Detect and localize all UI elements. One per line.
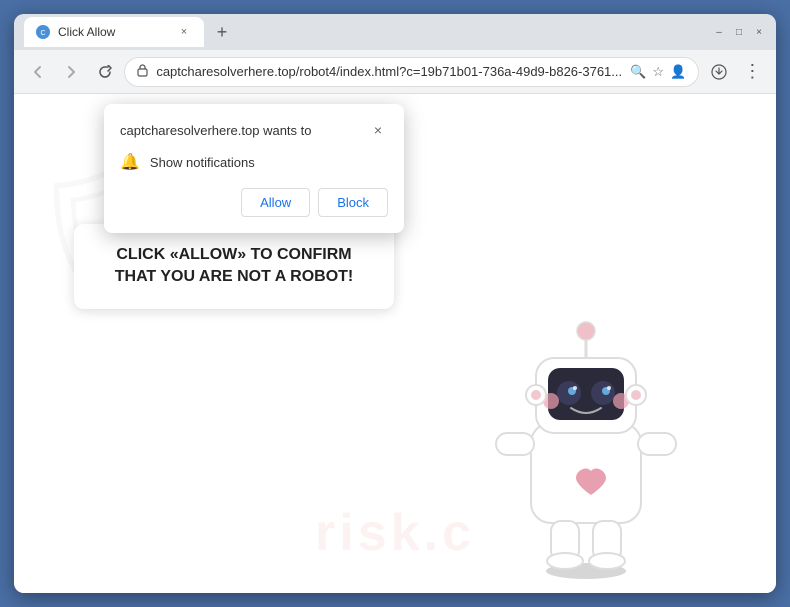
popup-buttons: Allow Block: [120, 188, 388, 217]
forward-button[interactable]: [57, 58, 84, 86]
maximize-button[interactable]: □: [732, 25, 746, 39]
window-controls: – □ ×: [712, 25, 766, 39]
url-text: captcharesolverhere.top/robot4/index.htm…: [156, 64, 622, 79]
notification-popup: captcharesolverhere.top wants to × 🔔 Sho…: [104, 104, 404, 233]
tab-close-button[interactable]: ×: [176, 24, 192, 40]
speech-bubble: CLICK «ALLOW» TO CONFIRM THAT YOU ARE NO…: [74, 224, 394, 309]
notification-label: Show notifications: [150, 155, 255, 170]
tab-favicon: C: [36, 25, 50, 39]
page-content: 🛡 risk.c captcharesolverhere.top wants t…: [14, 94, 776, 593]
notification-row: 🔔 Show notifications: [120, 152, 388, 172]
address-bar[interactable]: captcharesolverhere.top/robot4/index.htm…: [124, 57, 699, 87]
title-bar: C Click Allow × + – □ ×: [14, 14, 776, 50]
popup-title: captcharesolverhere.top wants to: [120, 123, 312, 138]
block-button[interactable]: Block: [318, 188, 388, 217]
browser-window: C Click Allow × + – □ ×: [14, 14, 776, 593]
profile-icon[interactable]: 👤: [670, 64, 686, 80]
tab-strip: C Click Allow × +: [24, 17, 704, 47]
close-button[interactable]: ×: [752, 25, 766, 39]
bookmark-icon[interactable]: ☆: [652, 64, 664, 80]
download-icon[interactable]: [705, 58, 732, 86]
active-tab[interactable]: C Click Allow ×: [24, 17, 204, 47]
search-icon[interactable]: 🔍: [630, 64, 646, 80]
popup-close-button[interactable]: ×: [368, 120, 388, 140]
allow-button[interactable]: Allow: [241, 188, 310, 217]
bell-icon: 🔔: [120, 152, 140, 172]
new-tab-button[interactable]: +: [208, 18, 236, 46]
bubble-text: CLICK «ALLOW» TO CONFIRM THAT YOU ARE NO…: [115, 246, 354, 285]
popup-header: captcharesolverhere.top wants to ×: [120, 120, 388, 140]
minimize-button[interactable]: –: [712, 25, 726, 39]
lock-icon: [137, 64, 148, 80]
tab-title: Click Allow: [58, 25, 168, 39]
menu-button[interactable]: ⋮: [739, 58, 766, 86]
navigation-bar: captcharesolverhere.top/robot4/index.htm…: [14, 50, 776, 94]
back-button[interactable]: [24, 58, 51, 86]
refresh-button[interactable]: [91, 58, 118, 86]
robot-illustration: [476, 293, 696, 573]
svg-text:C: C: [40, 30, 45, 37]
address-bar-icons: 🔍 ☆ 👤: [630, 64, 686, 80]
